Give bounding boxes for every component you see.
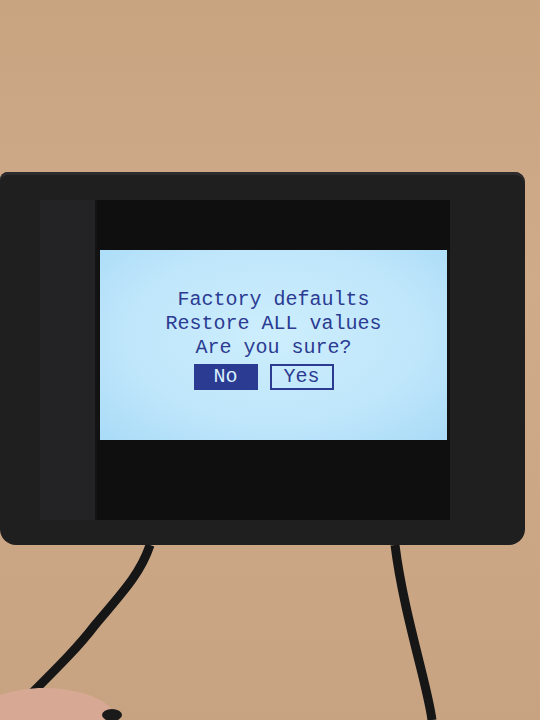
photo-page: Factory defaultsRestore ALL valuesAre yo… xyxy=(0,0,540,720)
screen-line: Restore ALL values xyxy=(165,312,381,336)
lcd-screen: Factory defaultsRestore ALL valuesAre yo… xyxy=(100,250,447,440)
dialog-button[interactable]: Yes xyxy=(270,364,334,390)
screen-line: Factory defaults xyxy=(177,288,369,312)
device-casing: Factory defaultsRestore ALL valuesAre yo… xyxy=(0,172,525,545)
cables-icon xyxy=(0,545,540,720)
bezel-top xyxy=(97,200,450,250)
button-row: No Yes xyxy=(194,364,334,390)
screen-bezel: Factory defaultsRestore ALL valuesAre yo… xyxy=(97,200,450,520)
screen-line: Are you sure? xyxy=(195,336,351,360)
bezel-bottom xyxy=(97,440,450,520)
table-surface xyxy=(0,0,540,172)
side-panel xyxy=(40,200,97,520)
dialog-button[interactable]: No xyxy=(194,364,258,390)
